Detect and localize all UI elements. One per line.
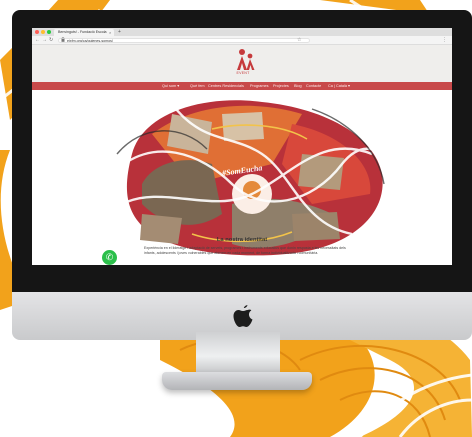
close-window-dot[interactable] [35, 30, 39, 34]
reload-button[interactable]: ↻ [49, 36, 53, 44]
nav-item-qui-som[interactable]: Qui som ▾ [162, 82, 179, 90]
nav-item-contacte[interactable]: Contacte [306, 82, 321, 90]
section-title: La nostra identitat [216, 237, 268, 243]
nav-item-programes[interactable]: Programes [250, 82, 269, 90]
monitor-stand-base [162, 372, 312, 390]
browser-menu-icon[interactable]: ⋮ [442, 36, 447, 44]
nav-item-centres[interactable]: Centres Residencials [208, 82, 244, 90]
browser-tab[interactable]: Benvinguts! - Fundació Escola [54, 29, 114, 36]
minimize-window-dot[interactable] [41, 30, 45, 34]
browser-tab-strip: Benvinguts! - Fundació Escola × + [32, 28, 452, 36]
site-logo-wordmark: EVENT [236, 71, 250, 75]
whatsapp-button[interactable]: ✆ [102, 250, 117, 265]
bookmark-star-icon[interactable]: ☆ [297, 36, 301, 44]
nav-item-blog[interactable]: Blog [294, 82, 302, 90]
monitor-screen: Benvinguts! - Fundació Escola × + ← → ↻ … [32, 28, 452, 265]
maximize-window-dot[interactable] [47, 30, 51, 34]
nav-item-que-fem[interactable]: Què fem [190, 82, 205, 90]
tab-close-icon[interactable]: × [109, 29, 111, 36]
apple-logo-icon [232, 304, 254, 330]
address-bar[interactable]: eixfm.org/ca/quienes-somos/ [58, 37, 310, 43]
identity-paragraph: Experiència en el lideratge i adaptació … [144, 246, 346, 255]
main-navigation: Qui som ▾ Què fem Centres Residencials P… [32, 82, 452, 90]
nav-item-projectes[interactable]: Projectes [273, 82, 289, 90]
forward-button[interactable]: → [42, 36, 47, 44]
browser-toolbar: ← → ↻ eixfm.org/ca/quienes-somos/ ☆ ⋮ [32, 36, 452, 45]
back-button[interactable]: ← [35, 36, 40, 44]
new-tab-button[interactable]: + [118, 29, 121, 36]
whatsapp-icon: ✆ [105, 252, 114, 262]
monitor-stand-neck [196, 332, 280, 376]
lock-icon [61, 36, 65, 44]
nav-item-language[interactable]: Ca | Català ▾ [328, 82, 350, 90]
